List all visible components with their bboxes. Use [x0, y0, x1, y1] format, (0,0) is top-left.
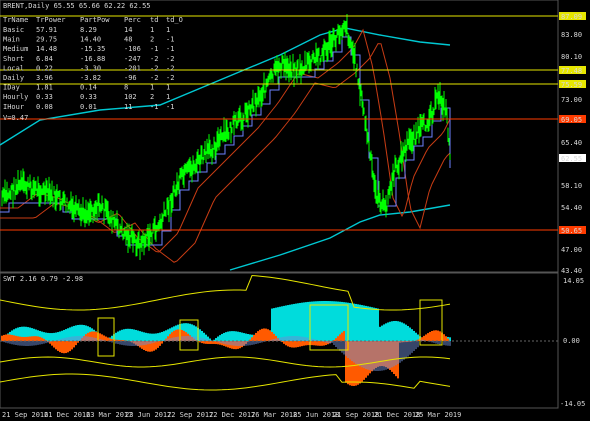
table-header-perc: Perc: [124, 16, 141, 24]
date-label: 21 Sep 2016: [2, 411, 48, 419]
table-footer: V=0.47: [3, 114, 28, 122]
table-cell: Basic: [3, 26, 24, 34]
table-cell: Short: [3, 55, 24, 63]
table-cell: 0.22: [36, 64, 53, 72]
price-label: 47.00: [561, 246, 582, 254]
table-cell: -247: [124, 55, 141, 63]
table-cell: Local: [3, 64, 24, 72]
indicator-histogram: [0, 275, 451, 391]
table-cell: 57.91: [36, 26, 57, 34]
date-label: 22 Sep 2017: [167, 411, 213, 419]
table-cell: 8: [124, 84, 128, 92]
table-cell: -3.82: [80, 74, 101, 82]
table-header-trname: TrName: [3, 16, 28, 24]
table-cell: -1: [166, 45, 174, 53]
date-label: 21 Sep 2018: [333, 411, 379, 419]
indicator-axis-zero: 0.00: [563, 337, 580, 345]
chart-canvas: BRENT,Daily 65.55 65.66 62.22 62.55 TrNa…: [0, 0, 586, 419]
table-cell: 8.29: [80, 26, 97, 34]
price-label: 83.80: [561, 31, 582, 39]
indicator-axis-max: 14.05: [563, 277, 584, 285]
overlay-line: [229, 204, 451, 271]
table-cell: -3.30: [80, 64, 101, 72]
table-cell: -2: [166, 74, 174, 82]
indicator-title: SWT 2.16 0.79 -2.98: [3, 275, 83, 283]
table-cell: -1: [150, 103, 158, 111]
table-cell: -106: [124, 45, 141, 53]
table-header-partpow: PartPow: [80, 16, 110, 24]
table-cell: -15.35: [80, 45, 105, 53]
table-header-td: td: [150, 16, 158, 24]
table-cell: -1: [166, 103, 174, 111]
table-cell: 102: [124, 93, 137, 101]
table-cell: 1: [166, 26, 170, 34]
table-header-trpower: TrPower: [36, 16, 66, 24]
table-cell: 48: [124, 36, 132, 44]
table-cell: -201: [124, 64, 141, 72]
table-cell: 2: [150, 93, 154, 101]
price-label: 50.65: [561, 227, 582, 235]
table-cell: 29.75: [36, 36, 57, 44]
price-label: 77.48: [561, 67, 582, 75]
date-label: 22 Dec 2017: [209, 411, 255, 419]
table-cell: -1: [150, 45, 158, 53]
table-cell: 3.96: [36, 74, 53, 82]
table-cell: -2: [150, 64, 158, 72]
table-cell: -16.88: [80, 55, 105, 63]
table-cell: -1: [166, 36, 174, 44]
table-cell: 0.33: [80, 93, 97, 101]
table-cell: 0.08: [36, 103, 53, 111]
price-axis: 87.09 83.80 80.10 77.48 75.59 73.00 69.05 65.40…: [559, 12, 586, 275]
table-cell: 6.84: [36, 55, 53, 63]
table-cell: 14.48: [36, 45, 57, 53]
table-cell: 1: [166, 93, 170, 101]
table-cell: Medium: [3, 45, 28, 53]
table-header-tdo: td_O: [166, 16, 183, 24]
table-cell: 1: [150, 84, 154, 92]
table-cell: 14.40: [80, 36, 101, 44]
price-label: 75.59: [561, 81, 582, 89]
table-cell: IHour: [3, 103, 24, 111]
table-cell: 1.81: [36, 84, 53, 92]
table-cell: -96: [124, 74, 137, 82]
table-cell: Main: [3, 36, 20, 44]
price-label: 73.00: [561, 96, 582, 104]
price-label: 69.05: [561, 116, 582, 124]
table-cell: -2: [166, 55, 174, 63]
table-cell: 0.33: [36, 93, 53, 101]
table-cell: -2: [150, 55, 158, 63]
date-label: 21 Dec 2018: [374, 411, 420, 419]
price-label: 62.55: [561, 155, 582, 163]
indicator-axis-min: -14.05: [560, 400, 585, 408]
price-label: 65.40: [561, 139, 582, 147]
price-label: 58.10: [561, 182, 582, 190]
main-price-plot: [0, 13, 451, 271]
date-label: 21 Dec 2016: [44, 411, 90, 419]
table-cell: 1: [150, 26, 154, 34]
table-cell: 1: [166, 84, 170, 92]
price-label: 80.10: [561, 53, 582, 61]
date-label: 26 Mar 2018: [251, 411, 297, 419]
price-label: 43.40: [561, 267, 582, 275]
chart-title: BRENT,Daily 65.55 65.66 62.22 62.55: [3, 2, 151, 10]
table-cell: 11: [124, 103, 132, 111]
table-cell: Daily: [3, 74, 24, 82]
table-cell: -2: [166, 64, 174, 72]
table-cell: 0.01: [80, 103, 97, 111]
table-cell: -2: [150, 74, 158, 82]
date-label: 23 Jun 2017: [125, 411, 171, 419]
table-cell: 2: [150, 36, 154, 44]
date-axis: 21 Sep 2016 21 Dec 2016 23 Mar 2017 23 J…: [2, 411, 461, 419]
table-cell: Hourly: [3, 93, 28, 101]
price-label: 54.40: [561, 204, 582, 212]
indicator-band: [0, 373, 451, 391]
table-cell: 14: [124, 26, 132, 34]
price-label: 87.09: [561, 13, 582, 21]
table-cell: IDay: [3, 84, 20, 92]
trend-table: TrName TrPower PartPow Perc td td_O Basi…: [3, 16, 183, 122]
table-cell: 0.14: [80, 84, 97, 92]
date-label: 25 Mar 2019: [415, 411, 461, 419]
